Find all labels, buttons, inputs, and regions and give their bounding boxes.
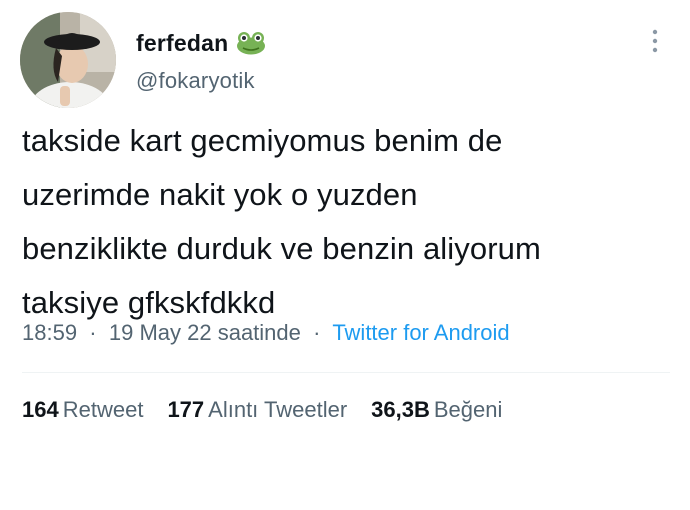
likes-count: 36,3B: [371, 397, 430, 422]
quotes-label: Alıntı Tweetler: [208, 397, 348, 422]
tweet-meta: 18:59 · 19 May 22 saatinde · Twitter for…: [22, 320, 510, 346]
quotes-stat[interactable]: 177 Alıntı Tweetler: [167, 397, 347, 423]
avatar-photo: [20, 12, 116, 108]
more-options-icon[interactable]: [644, 26, 666, 56]
meta-separator: ·: [307, 320, 327, 345]
tweet-time[interactable]: 18:59: [22, 320, 77, 345]
retweets-label: Retweet: [62, 397, 144, 422]
tweet-text-line: benziklikte durduk ve benzin aliyorum: [22, 231, 541, 266]
author-name-row[interactable]: ferfedan: [136, 28, 266, 58]
avatar[interactable]: [20, 12, 116, 108]
user-handle[interactable]: @fokaryotik: [136, 68, 255, 94]
likes-label: Beğeni: [433, 397, 503, 422]
tweet-text: takside kart gecmiyomus benim de uzerimd…: [22, 114, 662, 330]
tweet-source-link[interactable]: Twitter for Android: [332, 320, 509, 345]
divider: [22, 372, 670, 373]
tweet-text-line: uzerimde nakit yok o yuzden: [22, 177, 418, 212]
tweet-stats: 164 Retweet 177 Alıntı Tweetler 36,3B Beğen…: [22, 397, 526, 423]
likes-stat[interactable]: 36,3B Beğeni: [371, 397, 502, 423]
retweets-count: 164: [22, 397, 59, 422]
tweet-text-line: takside kart gecmiyomus benim de: [22, 123, 503, 158]
tweet-card: ferfedan @fokaryotik takside kart gecmiy…: [0, 0, 690, 510]
frog-face-icon: [236, 31, 266, 55]
retweets-stat[interactable]: 164 Retweet: [22, 397, 143, 423]
display-name[interactable]: ferfedan: [136, 30, 228, 57]
meta-separator: ·: [83, 320, 103, 345]
quotes-count: 177: [167, 397, 205, 422]
tweet-date[interactable]: 19 May 22 saatinde: [109, 320, 301, 345]
